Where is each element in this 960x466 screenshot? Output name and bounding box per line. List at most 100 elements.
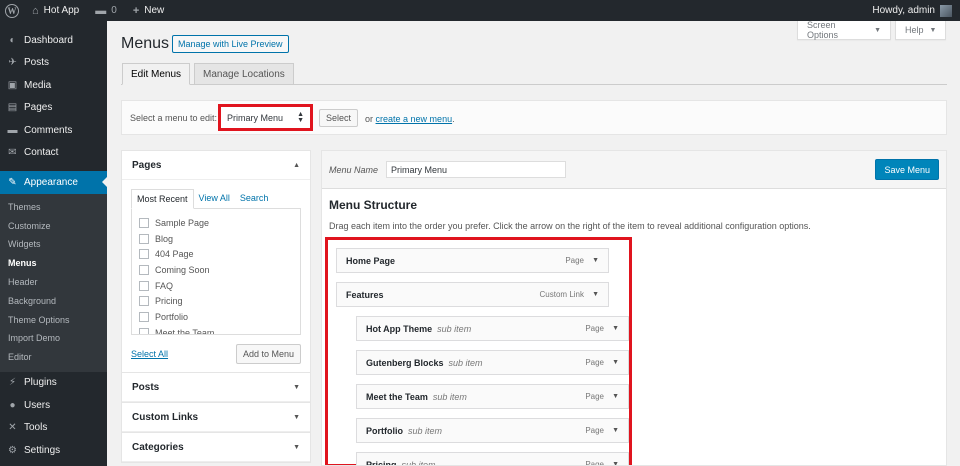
comments-link[interactable]: ▬ 0	[87, 0, 125, 21]
menu-item-bar[interactable]: Pricing sub item Page ▼	[356, 452, 629, 466]
live-preview-button[interactable]: Manage with Live Preview	[172, 35, 289, 53]
sidebar-item-label: Media	[24, 79, 52, 91]
submenu-item-customize[interactable]: Customize	[0, 216, 107, 235]
tab-search[interactable]: Search	[235, 189, 274, 209]
my-account-link[interactable]: Howdy, admin	[864, 0, 960, 21]
checkbox[interactable]	[139, 327, 149, 334]
comment-bubble-icon: ▬	[95, 4, 107, 17]
page-checkbox-label: Blog	[155, 233, 174, 244]
menu-select-dropdown[interactable]: Primary Menu ▲ ▼	[218, 104, 313, 131]
submenu-item-themes[interactable]: Themes	[0, 198, 107, 217]
menu-item-bar[interactable]: Meet the Team sub item Page ▼	[356, 384, 629, 409]
page-checkbox-row[interactable]: Meet the Team	[139, 325, 293, 335]
new-content-link[interactable]: + New	[125, 0, 172, 21]
checkbox[interactable]	[139, 296, 149, 307]
select-all-link[interactable]: Select All	[131, 349, 168, 359]
menu-select-bar: Select a menu to edit: Primary Menu ▲ ▼ S…	[121, 100, 947, 135]
sidebar-item-users[interactable]: ● Users	[0, 394, 107, 417]
page-checkbox-row[interactable]: Coming Soon	[139, 262, 293, 278]
period: .	[452, 114, 455, 124]
menu-item-title: Portfolio	[366, 425, 403, 436]
tab-view-all[interactable]: View All	[194, 189, 235, 209]
submenu-item-editor[interactable]: Editor	[0, 348, 107, 367]
sidebar-item-plugins[interactable]: ⚡ Plugins	[0, 372, 107, 395]
tab-edit-menus[interactable]: Edit Menus	[122, 63, 191, 85]
custom-links-panel-header[interactable]: Custom Links ▼	[122, 403, 310, 432]
menu-item-bar[interactable]: Home Page Page ▼	[336, 248, 609, 273]
checkbox[interactable]	[139, 264, 149, 275]
posts-panel-header[interactable]: Posts ▼	[122, 373, 310, 402]
menu-item-subtitle: sub item	[401, 459, 436, 466]
add-to-menu-button[interactable]: Add to Menu	[235, 344, 301, 364]
screen-options-button[interactable]: Screen Options ▼	[797, 20, 891, 40]
checkbox[interactable]	[139, 311, 149, 322]
screen-options-label: Screen Options	[807, 20, 839, 40]
page-checkbox-row[interactable]: Blog	[139, 231, 293, 247]
select-arrows-icon: ▲ ▼	[297, 110, 304, 124]
page-checkbox-label: 404 Page	[155, 249, 194, 260]
checkbox[interactable]	[139, 249, 149, 260]
checkbox[interactable]	[139, 280, 149, 291]
sidebar-item-label: Comments	[24, 124, 73, 136]
expand-arrow-icon[interactable]: ▼	[612, 325, 619, 332]
page-checkbox-row[interactable]: Pricing	[139, 293, 293, 309]
expand-arrow-icon[interactable]: ▼	[612, 393, 619, 400]
page-checkbox-label: Portfolio	[155, 311, 189, 322]
checkbox[interactable]	[139, 233, 149, 244]
expand-arrow-icon[interactable]: ▼	[612, 427, 619, 434]
select-button[interactable]: Select	[319, 109, 359, 127]
page-checkbox-row[interactable]: 404 Page	[139, 246, 293, 262]
howdy-text: Howdy, admin	[872, 5, 935, 16]
menu-item-bar[interactable]: Portfolio sub item Page ▼	[356, 418, 629, 443]
page-checkbox-row[interactable]: Sample Page	[139, 215, 293, 231]
caret-down-icon: ▼	[929, 26, 937, 34]
sidebar-item-pages[interactable]: ▤ Pages	[0, 97, 107, 120]
submenu-item-widgets[interactable]: Widgets	[0, 235, 107, 254]
sidebar-item-media[interactable]: ▣ Media	[0, 74, 107, 97]
submenu-item-background[interactable]: Background	[0, 291, 107, 310]
expand-arrow-icon[interactable]: ▼	[612, 461, 619, 465]
help-button[interactable]: Help ▼	[895, 21, 946, 40]
caret-up-icon: ▲	[293, 161, 300, 169]
submenu-item-theme-options[interactable]: Theme Options	[0, 310, 107, 329]
tab-most-recent[interactable]: Most Recent	[131, 189, 194, 209]
sidebar-item-label: Pages	[24, 102, 53, 114]
brush-icon: ✎	[8, 176, 17, 188]
create-new-menu-link[interactable]: create a new menu	[376, 114, 453, 124]
sidebar-item-tools[interactable]: ✕ Tools	[0, 417, 107, 440]
menu-name-input[interactable]: Primary Menu	[386, 161, 567, 178]
menu-item-subtitle: sub item	[448, 357, 483, 368]
submenu-item-import-demo[interactable]: Import Demo	[0, 329, 107, 348]
checkbox[interactable]	[139, 217, 149, 228]
sidebar-item-dashboard[interactable]: ◐ Dashboard	[0, 29, 107, 52]
expand-arrow-icon[interactable]: ▼	[612, 359, 619, 366]
wordpress-logo-icon[interactable]: W	[0, 0, 24, 21]
tab-manage-locations[interactable]: Manage Locations	[194, 63, 294, 85]
categories-panel-header[interactable]: Categories ▼	[122, 433, 310, 462]
sidebar-item-label: Contact	[24, 147, 59, 159]
sidebar-item-contact[interactable]: ✉ Contact	[0, 142, 107, 165]
sidebar-item-appearance[interactable]: ✎ Appearance	[0, 171, 107, 194]
pages-panel-header[interactable]: Pages ▲	[122, 151, 310, 180]
page-checkbox-row[interactable]: FAQ	[139, 278, 293, 294]
site-name-link[interactable]: ⌂ Hot App	[24, 0, 87, 21]
expand-arrow-icon[interactable]: ▼	[592, 257, 599, 264]
menu-structure-title: Menu Structure	[329, 198, 418, 212]
sidebar-item-settings[interactable]: ⚙ Settings	[0, 439, 107, 462]
sidebar-item-label: Plugins	[24, 377, 57, 389]
menu-item-bar[interactable]: Features Custom Link ▼	[336, 282, 609, 307]
menu-item-bar[interactable]: Hot App Theme sub item Page ▼	[356, 316, 629, 341]
page-checkbox-label: Meet the Team	[155, 327, 215, 335]
sidebar-item-posts[interactable]: ✈ Posts	[0, 52, 107, 75]
menu-header: Menu Name Primary Menu Save Menu	[322, 151, 946, 189]
save-menu-button[interactable]: Save Menu	[875, 159, 939, 180]
submenu-item-header[interactable]: Header	[0, 273, 107, 292]
submenu-item-menus[interactable]: Menus	[0, 254, 107, 273]
menu-item-title: Home Page	[346, 255, 396, 266]
sidebar-item-label: Users	[24, 399, 51, 411]
page-checkbox-row[interactable]: Portfolio	[139, 309, 293, 325]
sidebar-item-comments[interactable]: ▬ Comments	[0, 119, 107, 142]
menu-name-label: Menu Name	[329, 164, 379, 175]
expand-arrow-icon[interactable]: ▼	[592, 291, 599, 298]
menu-item-bar[interactable]: Gutenberg Blocks sub item Page ▼	[356, 350, 629, 375]
